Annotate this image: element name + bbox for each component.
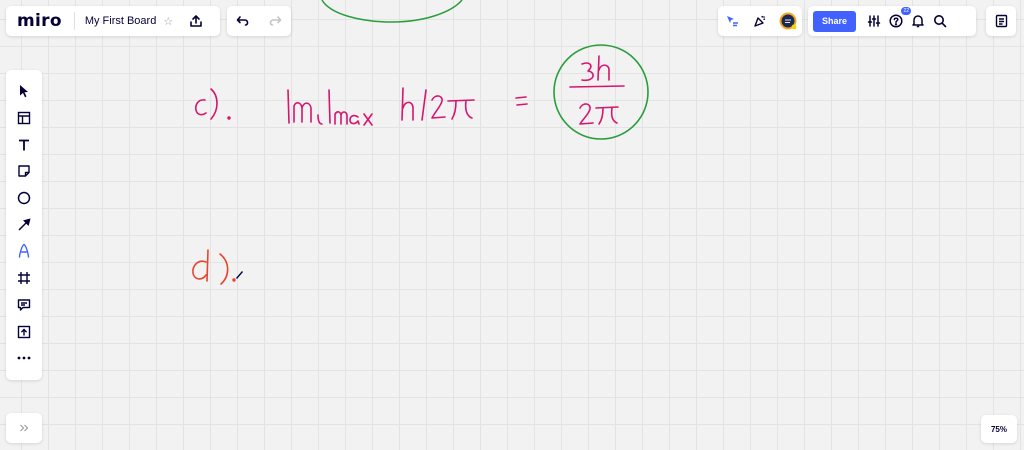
double-chevron-right-icon	[20, 424, 29, 432]
ink-label-c	[195, 88, 231, 120]
cursor-icon	[20, 85, 28, 98]
ink-answer	[553, 44, 649, 140]
notifications-button[interactable]	[907, 10, 929, 32]
zoom-level: 75%	[990, 424, 1007, 434]
celebrate-button[interactable]	[749, 10, 771, 32]
select-tool[interactable]	[9, 78, 39, 105]
board-header: miro My First Board ☆	[6, 6, 220, 36]
settings-sliders-icon	[867, 15, 881, 27]
redo-button[interactable]	[264, 10, 286, 32]
upload-icon	[17, 325, 31, 338]
help-button[interactable]: 22	[885, 7, 911, 32]
pen-cursor-icon	[236, 271, 243, 279]
sticky-note-icon	[18, 165, 30, 178]
comment-tool[interactable]	[9, 292, 39, 319]
upload-tool[interactable]	[9, 318, 39, 345]
comment-icon	[17, 299, 31, 311]
templates-tool[interactable]	[9, 105, 39, 132]
ink-green-ellipse-partial	[321, 0, 463, 23]
zoom-control[interactable]: 75%	[981, 415, 1017, 443]
star-icon[interactable]: ☆	[163, 15, 173, 28]
ink-expression-ml-max	[287, 87, 475, 126]
bell-icon	[912, 15, 924, 28]
header-divider	[73, 12, 75, 30]
redo-icon	[269, 16, 282, 26]
ink-green-circle	[553, 44, 649, 140]
avatar-icon	[779, 12, 797, 30]
board-canvas[interactable]	[0, 0, 1024, 450]
circle-icon	[17, 191, 31, 205]
export-button[interactable]	[185, 10, 207, 32]
ink-label-d	[192, 249, 236, 285]
template-icon	[17, 111, 31, 125]
frame-icon	[18, 272, 30, 285]
miro-logo[interactable]: miro	[17, 11, 62, 31]
help-icon	[889, 14, 903, 28]
undo-button[interactable]	[232, 10, 254, 32]
text-icon	[19, 139, 29, 151]
party-popper-icon	[754, 15, 766, 27]
expand-sidebar-button[interactable]	[13, 417, 35, 439]
more-tools-button[interactable]	[9, 345, 39, 372]
pen-icon	[18, 244, 30, 259]
notes-icon	[995, 14, 1007, 28]
share-button[interactable]: Share	[813, 10, 856, 32]
shape-tool[interactable]	[9, 185, 39, 212]
creation-toolbar	[6, 70, 42, 380]
board-title[interactable]: My First Board	[85, 15, 157, 27]
search-icon	[934, 15, 947, 28]
ink-equals	[515, 96, 528, 106]
arrow-icon	[18, 218, 31, 231]
board-notes-button[interactable]	[990, 10, 1012, 32]
expand-panel	[6, 413, 42, 443]
history-controls	[227, 6, 291, 36]
search-button[interactable]	[929, 10, 951, 32]
undo-icon	[236, 16, 249, 26]
collaboration-tools	[718, 6, 802, 36]
board-settings-button[interactable]	[863, 10, 885, 32]
help-badge: 22	[901, 7, 911, 15]
sticky-note-tool[interactable]	[9, 158, 39, 185]
cursor-follow-icon	[727, 16, 738, 27]
bring-everyone-button[interactable]	[721, 10, 743, 32]
user-avatar[interactable]	[777, 10, 799, 32]
frame-tool[interactable]	[9, 265, 39, 292]
pen-tool[interactable]	[9, 238, 39, 265]
more-icon	[17, 356, 31, 360]
upload-icon	[190, 15, 203, 27]
text-tool[interactable]	[9, 131, 39, 158]
connection-line-tool[interactable]	[9, 211, 39, 238]
board-actions: Share 22	[808, 6, 976, 36]
notes-panel	[986, 6, 1016, 36]
